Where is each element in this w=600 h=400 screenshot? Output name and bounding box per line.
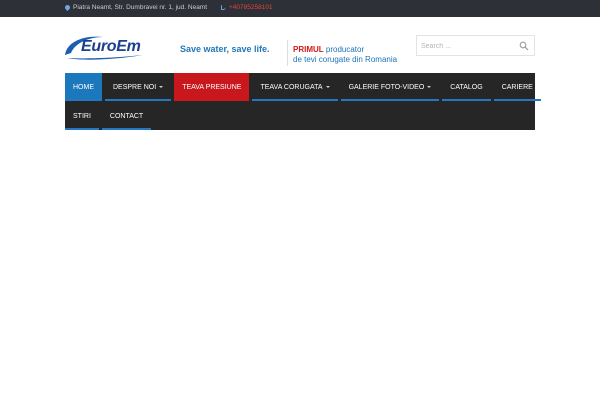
search-box [416, 35, 535, 56]
claim-rest: producator [323, 45, 365, 54]
top-bar: Piatra Neamt, Str. Dumbravei nr. 1, jud.… [0, 0, 600, 17]
nav-item-contact[interactable]: CONTACT [101, 102, 152, 130]
nav-item-label: HOME [73, 83, 94, 91]
header-divider [287, 40, 288, 66]
nav-item-label: CARIERE [501, 83, 533, 91]
site-tagline: Save water, save life. [180, 44, 270, 54]
nav-item-galerie-foto-video[interactable]: GALERIE FOTO-VIDEO [340, 73, 440, 101]
nav-item-teava-presiune[interactable]: TEAVA PRESIUNE [174, 73, 250, 101]
address-text: Piatra Neamt, Str. Dumbravei nr. 1, jud.… [73, 4, 208, 11]
search-icon[interactable] [519, 41, 529, 51]
phone-number[interactable]: +40785258101 [229, 4, 273, 11]
chevron-down-icon [159, 86, 164, 88]
phone-info[interactable]: +40785258101 [221, 4, 273, 11]
phone-icon [221, 5, 226, 10]
nav-item-stiri[interactable]: STIRI [65, 102, 99, 130]
nav-row-2: STIRI CONTACT [65, 102, 154, 130]
chevron-down-icon [427, 86, 432, 88]
search-input[interactable] [421, 40, 511, 52]
nav-item-catalog[interactable]: CATALOG [442, 73, 492, 101]
nav-item-cariere[interactable]: CARIERE [493, 73, 541, 101]
nav-item-home[interactable]: HOME [65, 73, 102, 101]
chevron-down-icon [325, 86, 330, 88]
main-navigation: HOME DESPRE NOI TEAVA PRESIUNE TEAVA CORUGA… [65, 73, 541, 130]
map-pin-icon [63, 3, 72, 12]
nav-item-teava-corugata[interactable]: TEAVA CORUGATA [252, 73, 338, 101]
nav-item-label: CONTACT [109, 112, 144, 120]
claim-line2: de tevi corugate din Romania [293, 55, 398, 64]
logo-text: EuroEm [81, 38, 141, 55]
nav-item-label: TEAVA CORUGATA [260, 83, 323, 91]
nav-item-label: DESPRE NOI [113, 83, 157, 91]
site-logo[interactable]: EuroEm [63, 33, 147, 63]
nav-item-label: STIRI [73, 112, 91, 120]
nav-item-despre-noi[interactable]: DESPRE NOI [105, 73, 172, 101]
header-claim: PRIMUL producator de tevi corugate din R… [293, 45, 397, 65]
nav-item-label: GALERIE FOTO-VIDEO [348, 83, 425, 91]
nav-item-label: CATALOG [450, 83, 483, 91]
address-info: Piatra Neamt, Str. Dumbravei nr. 1, jud.… [63, 3, 208, 12]
nav-item-label: TEAVA PRESIUNE [182, 83, 242, 91]
nav-row-1: HOME DESPRE NOI TEAVA PRESIUNE TEAVA CORUGA… [65, 73, 544, 101]
claim-highlight: PRIMUL [293, 45, 324, 54]
